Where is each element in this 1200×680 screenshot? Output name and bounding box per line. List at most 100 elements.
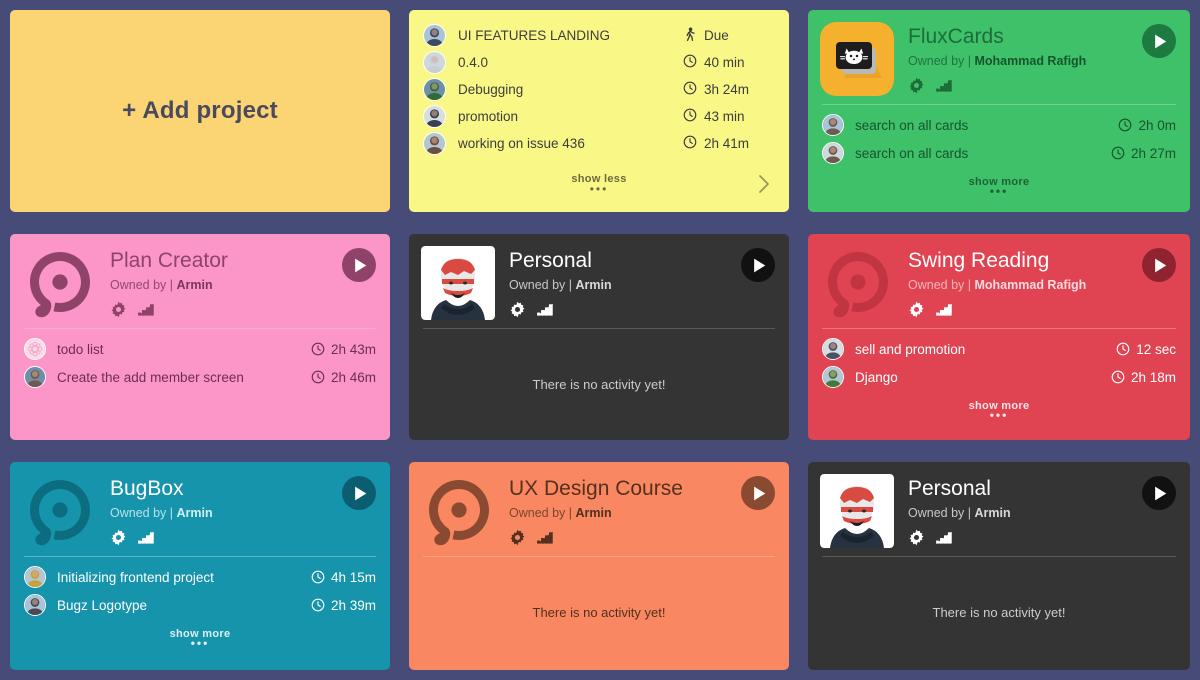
play-button[interactable] <box>1142 476 1176 510</box>
activity-row[interactable]: Django 2h 18m <box>822 363 1176 391</box>
task-meta: 40 min <box>683 54 775 71</box>
play-button[interactable] <box>342 476 376 510</box>
activity-duration-label: 2h 43m <box>330 341 376 357</box>
task-avatar <box>423 24 446 47</box>
project-card[interactable]: UX Design Course Owned by | Armin There i… <box>409 462 789 670</box>
gear-icon[interactable] <box>110 301 127 318</box>
task-row[interactable]: Debugging 3h 24m <box>423 76 775 103</box>
project-header: Plan Creator Owned by | Armin <box>10 234 390 320</box>
clock-icon <box>311 598 325 612</box>
play-button[interactable] <box>741 248 775 282</box>
play-button[interactable] <box>342 248 376 282</box>
task-avatar <box>423 78 446 101</box>
activity-row[interactable]: Create the add member screen 2h 46m <box>24 363 376 391</box>
task-row[interactable]: working on issue 436 2h 41m <box>423 130 775 157</box>
activity-row[interactable]: Bugz Logotype 2h 39m <box>24 591 376 619</box>
show-less-dots: ••• <box>589 182 609 196</box>
bar-chart-icon[interactable] <box>536 302 554 317</box>
activity-list: search on all cards 2h 0m search on all … <box>808 105 1190 167</box>
task-meta-label: 40 min <box>704 55 745 70</box>
gear-icon[interactable] <box>908 529 925 546</box>
play-button[interactable] <box>1142 248 1176 282</box>
show-more-button[interactable]: show more ••• <box>10 628 390 650</box>
add-project-card[interactable]: + Add project <box>10 10 390 212</box>
owned-by-label: Owned by | <box>110 506 174 520</box>
gear-icon[interactable] <box>908 301 925 318</box>
activity-duration: 2h 27m <box>1111 146 1176 161</box>
task-row[interactable]: 0.4.0 40 min <box>423 49 775 76</box>
project-header-text: Plan Creator Owned by | Armin <box>110 246 376 320</box>
clock-icon <box>1111 146 1125 160</box>
task-meta: 43 min <box>683 108 775 125</box>
project-title: Personal <box>509 249 592 272</box>
empty-state-text: There is no activity yet! <box>532 605 666 620</box>
bar-chart-icon[interactable] <box>536 530 554 545</box>
activity-title: Bugz Logotype <box>57 597 148 613</box>
photo-avatar-icon <box>820 474 894 548</box>
owner-name: Mohammad Rafigh <box>974 278 1087 292</box>
project-card[interactable]: Personal Owned by | Armin There is no act… <box>409 234 789 440</box>
activity-row[interactable]: Initializing frontend project 4h 15m <box>24 563 376 591</box>
owned-by-label: Owned by | <box>110 278 174 292</box>
project-card[interactable]: Personal Owned by | Armin There is no act… <box>808 462 1190 670</box>
activity-duration-label: 2h 46m <box>330 369 376 385</box>
activity-title: todo list <box>57 341 104 357</box>
project-card[interactable]: Swing Reading Owned by | Mohammad Rafigh … <box>808 234 1190 440</box>
owner-name: Mohammad Rafigh <box>974 54 1087 68</box>
task-meta: Due <box>683 26 775 45</box>
bar-chart-icon[interactable] <box>935 302 953 317</box>
show-more-button[interactable]: show more ••• <box>808 400 1190 421</box>
activity-row[interactable]: sell and promotion 12 sec <box>822 335 1176 363</box>
activity-list: Initializing frontend project 4h 15m Bug… <box>10 557 390 619</box>
chevron-right-icon[interactable] <box>753 171 775 197</box>
task-list: UI FEATURES LANDING Due 0.4.0 40 min Deb… <box>423 22 775 157</box>
gear-icon[interactable] <box>110 529 127 546</box>
project-header-text: UX Design Course Owned by | Armin <box>509 474 775 548</box>
tasks-card[interactable]: UI FEATURES LANDING Due 0.4.0 40 min Deb… <box>409 10 789 212</box>
project-header: BugBox Owned by | Armin <box>10 462 390 548</box>
project-card[interactable]: BugBox Owned by | Armin Initializing fron… <box>10 462 390 670</box>
activity-duration: 2h 39m <box>311 598 376 613</box>
project-card[interactable]: FluxCards Owned by | Mohammad Rafigh sear… <box>808 10 1190 212</box>
divider <box>423 328 775 329</box>
gear-icon[interactable] <box>509 301 526 318</box>
project-header: Personal Owned by | Armin <box>808 462 1190 548</box>
activity-duration-label: 2h 27m <box>1130 145 1176 161</box>
activity-avatar <box>24 566 46 588</box>
project-card[interactable]: Plan Creator Owned by | Armin todo list 2… <box>10 234 390 440</box>
project-owner: Owned by | Armin <box>509 504 775 522</box>
project-header-icons <box>110 529 376 546</box>
project-title: Personal <box>908 477 991 500</box>
clock-icon <box>683 135 697 152</box>
activity-title: search on all cards <box>855 117 969 133</box>
task-avatar <box>423 132 446 155</box>
project-owner: Owned by | Armin <box>110 504 376 522</box>
gear-icon[interactable] <box>509 529 526 546</box>
show-more-dots: ••• <box>190 636 210 650</box>
bar-chart-icon[interactable] <box>935 78 953 93</box>
task-row[interactable]: UI FEATURES LANDING Due <box>423 22 775 49</box>
task-title: promotion <box>458 109 519 124</box>
owned-by-label: Owned by | <box>908 54 972 68</box>
task-meta: 2h 41m <box>683 135 775 152</box>
bar-chart-icon[interactable] <box>935 530 953 545</box>
owned-by-label: Owned by | <box>509 278 573 292</box>
project-header-text: FluxCards Owned by | Mohammad Rafigh <box>908 22 1176 96</box>
owned-by-label: Owned by | <box>509 506 573 520</box>
walking-icon <box>683 26 697 45</box>
planty-logo-icon <box>22 474 96 548</box>
activity-duration-label: 12 sec <box>1136 341 1176 357</box>
activity-row[interactable]: todo list 2h 43m <box>24 335 376 363</box>
clock-icon <box>1116 342 1130 356</box>
gear-icon[interactable] <box>908 77 925 94</box>
activity-row[interactable]: search on all cards 2h 0m <box>822 111 1176 139</box>
play-button[interactable] <box>741 476 775 510</box>
bar-chart-icon[interactable] <box>137 302 155 317</box>
bar-chart-icon[interactable] <box>137 530 155 545</box>
show-more-button[interactable]: show more ••• <box>808 176 1190 197</box>
task-meta-label: 2h 41m <box>704 136 750 151</box>
project-title: FluxCards <box>908 25 1004 48</box>
activity-row[interactable]: search on all cards 2h 27m <box>822 139 1176 167</box>
play-button[interactable] <box>1142 24 1176 58</box>
task-row[interactable]: promotion 43 min <box>423 103 775 130</box>
